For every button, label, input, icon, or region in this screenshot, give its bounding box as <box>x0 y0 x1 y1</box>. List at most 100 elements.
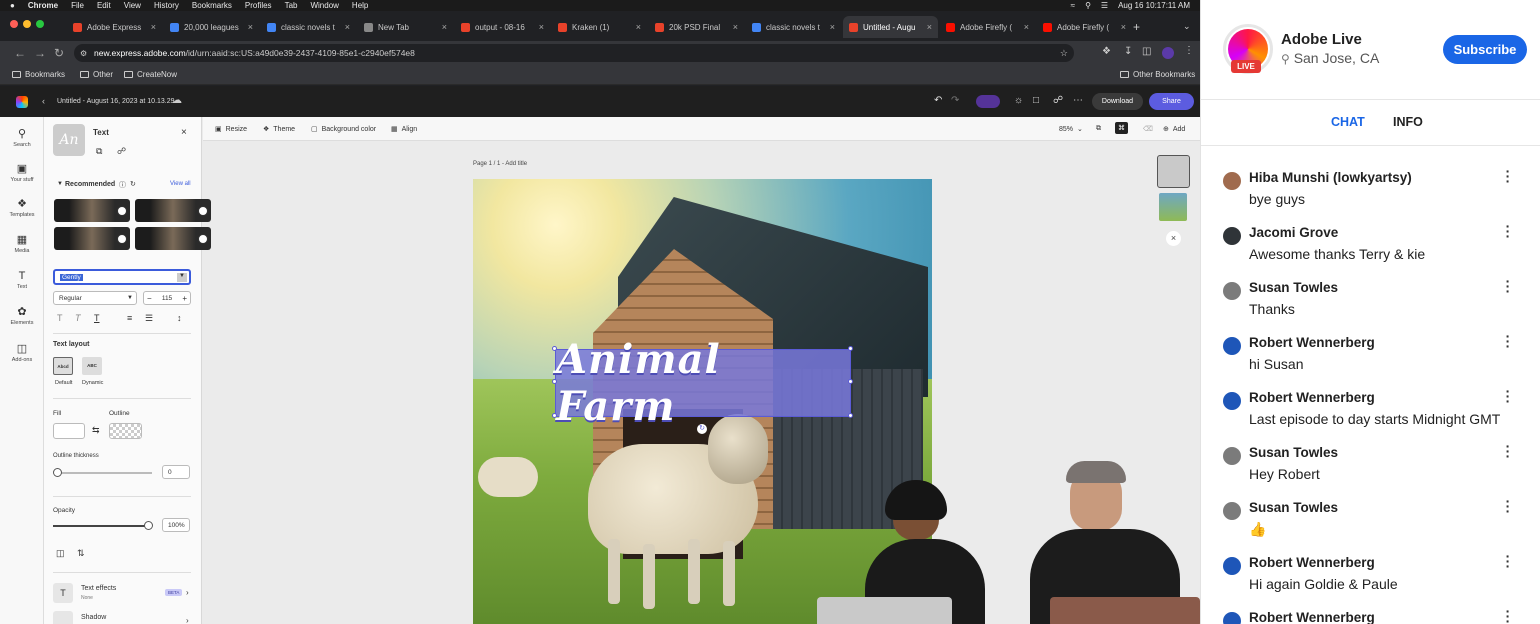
close-tab-icon[interactable]: × <box>539 22 544 32</box>
user-avatar[interactable] <box>1223 557 1241 575</box>
browser-tab[interactable]: Adobe Firefly (× <box>940 16 1035 38</box>
grid-icon[interactable]: ⌘ <box>1115 122 1128 134</box>
user-avatar[interactable] <box>1223 282 1241 300</box>
font-weight-select[interactable]: Regular ▼ <box>53 291 137 305</box>
text-style-thumbnail[interactable]: An <box>53 124 85 156</box>
chevron-down-icon[interactable]: ▼ <box>57 181 63 187</box>
menu-clock[interactable]: Aug 16 10:17:11 AM <box>1118 1 1190 10</box>
message-author[interactable]: Hiba Munshi (lowkyartsy) <box>1249 170 1412 185</box>
close-tab-icon[interactable]: × <box>1121 22 1126 32</box>
share-link-icon[interactable]: ☍ <box>1053 95 1063 106</box>
comment-icon[interactable]: □ <box>1033 95 1039 106</box>
more-options-icon[interactable]: · · · <box>1505 549 1511 573</box>
more-options-icon[interactable]: · · · <box>1505 604 1511 624</box>
page-thumbnail-1[interactable] <box>1157 155 1190 188</box>
rail-add-ons[interactable]: ◫ Add-ons <box>0 342 44 363</box>
layout-default-option[interactable]: Abcd <box>53 357 73 375</box>
resize-handle[interactable] <box>552 346 557 351</box>
rail-media[interactable]: ▦ Media <box>0 233 44 254</box>
close-tab-icon[interactable]: × <box>636 22 641 32</box>
rail-elements[interactable]: ✿ Elements <box>0 305 44 326</box>
outline-color-swatch[interactable] <box>109 423 142 439</box>
animal-farm-text-box[interactable]: Animal Farm <box>555 336 851 430</box>
menu-window[interactable]: Window <box>310 1 338 10</box>
font-family-select[interactable]: Gently ▼ <box>53 269 191 285</box>
resize-handle[interactable] <box>848 413 853 418</box>
outline-thickness-slider-handle[interactable] <box>53 468 62 477</box>
more-options-icon[interactable]: · · · <box>1505 329 1511 353</box>
italic-icon[interactable]: T <box>75 313 81 323</box>
zoom-select[interactable]: 85% ⌄ <box>1059 125 1083 134</box>
browser-tab[interactable]: classic novels t × <box>746 16 841 38</box>
apple-icon[interactable]: ● <box>10 1 15 10</box>
user-avatar[interactable] <box>1223 172 1241 190</box>
message-author[interactable]: Robert Wennerberg <box>1249 335 1375 350</box>
reload-icon[interactable]: ↻ <box>54 46 64 60</box>
zoom-window-button[interactable] <box>36 20 44 28</box>
trash-icon[interactable]: ⌫ <box>1143 125 1153 133</box>
browser-tab[interactable]: 20k PSD Final × <box>649 16 744 38</box>
close-tab-icon[interactable]: × <box>345 22 350 32</box>
message-author[interactable]: Robert Wennerberg <box>1249 610 1375 624</box>
profile-avatar[interactable] <box>1162 47 1174 59</box>
more-options-icon[interactable]: · · · <box>1505 494 1511 518</box>
message-author[interactable]: Susan Towles <box>1249 280 1338 295</box>
outline-thickness-input[interactable]: 0 <box>162 465 190 479</box>
sidebar-icon[interactable]: ◫ <box>1142 46 1151 57</box>
shadow-label[interactable]: Shadow <box>81 614 106 621</box>
message-author[interactable]: Susan Towles <box>1249 445 1338 460</box>
close-tab-icon[interactable]: × <box>151 22 156 32</box>
collaborators-avatar[interactable] <box>976 95 1000 108</box>
close-tab-icon[interactable]: × <box>1024 22 1029 32</box>
undo-icon[interactable]: ↶ <box>934 95 942 106</box>
increase-icon[interactable]: + <box>182 294 187 303</box>
recommended-style-3[interactable] <box>54 227 130 250</box>
browser-tab[interactable]: output - 08-16 × <box>455 16 550 38</box>
duplicate-icon[interactable]: ⧉ <box>96 146 102 157</box>
rail-text[interactable]: T Text <box>0 270 44 290</box>
font-size-value[interactable]: 115 <box>162 295 172 302</box>
user-avatar[interactable] <box>1223 337 1241 355</box>
align-center-icon[interactable]: ≡ <box>127 313 132 323</box>
forward-icon[interactable]: → <box>34 46 46 60</box>
rotate-icon[interactable]: ↻ <box>697 424 707 434</box>
resize-button[interactable]: ▣ Resize <box>215 125 247 134</box>
minimize-window-button[interactable] <box>23 20 31 28</box>
more-options-icon[interactable]: · · · <box>1505 219 1511 243</box>
more-icon[interactable]: ⋯ <box>1073 95 1083 106</box>
redo-icon[interactable]: ↷ <box>951 95 959 106</box>
adobe-express-logo[interactable] <box>16 96 28 108</box>
swap-icon[interactable]: ⇆ <box>92 425 100 436</box>
rail-templates[interactable]: ❖ Templates <box>0 197 44 218</box>
info-icon[interactable]: ⓘ <box>119 180 126 190</box>
browser-tab[interactable]: classic novels t × <box>261 16 356 38</box>
tab-search-icon[interactable]: ⌄ <box>1183 21 1191 32</box>
view-all-link[interactable]: View all <box>170 181 191 187</box>
background-color-button[interactable]: ▢ Background color <box>311 125 376 134</box>
browser-tab[interactable]: Adobe Express × <box>67 16 162 38</box>
browser-tab[interactable]: Kraken (1) × <box>552 16 647 38</box>
menu-view[interactable]: View <box>124 1 141 10</box>
pages-icon[interactable]: ⧉ <box>1096 125 1101 133</box>
canvas-text[interactable]: Animal Farm <box>556 336 850 430</box>
rail-search[interactable]: ⚲ Search <box>0 127 44 148</box>
message-author[interactable]: Robert Wennerberg <box>1249 555 1375 570</box>
close-window-button[interactable] <box>10 20 18 28</box>
resize-handle[interactable] <box>848 379 853 384</box>
browser-tab[interactable]: 20,000 leagues × <box>164 16 259 38</box>
extensions-icon[interactable]: ❖ <box>1102 46 1111 57</box>
site-info-icon[interactable]: ⚙ <box>80 49 87 58</box>
resize-handle[interactable] <box>848 346 853 351</box>
menu-app-name[interactable]: Chrome <box>28 1 58 10</box>
menu-help[interactable]: Help <box>352 1 368 10</box>
bookmark-bookmarks[interactable]: Bookmarks <box>12 70 65 79</box>
more-options-icon[interactable]: · · · <box>1505 164 1511 188</box>
message-author[interactable]: Robert Wennerberg <box>1249 390 1375 405</box>
layout-dynamic-option[interactable]: ABC <box>82 357 102 375</box>
menu-bookmarks[interactable]: Bookmarks <box>192 1 232 10</box>
chevron-right-icon[interactable]: › <box>186 588 189 597</box>
url-field[interactable]: ⚙ new.express.adobe.com/id/urn:aaid:sc:U… <box>74 44 1074 62</box>
user-avatar[interactable] <box>1223 227 1241 245</box>
close-tab-icon[interactable]: × <box>248 22 253 32</box>
refresh-icon[interactable]: ↻ <box>130 180 136 188</box>
